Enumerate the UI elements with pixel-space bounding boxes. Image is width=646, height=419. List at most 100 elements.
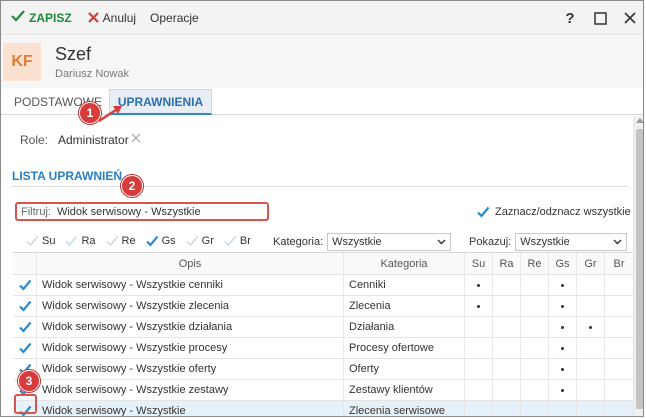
cell-flag-su[interactable] bbox=[465, 317, 493, 337]
cell-flag-gs[interactable] bbox=[549, 401, 577, 416]
cell-flag-ra[interactable] bbox=[493, 317, 521, 337]
help-button[interactable]: ? bbox=[555, 1, 585, 35]
table-row[interactable]: Widok serwisowy - Wszystkie działania Dzi… bbox=[13, 317, 633, 338]
cell-flag-gs[interactable] bbox=[549, 359, 577, 379]
cell-flag-br[interactable] bbox=[605, 380, 633, 400]
cell-flag-gr[interactable] bbox=[577, 317, 605, 337]
close-window-button[interactable] bbox=[615, 1, 643, 35]
cell-flag-gr[interactable] bbox=[577, 296, 605, 316]
column-header[interactable]: Su bbox=[465, 253, 493, 274]
cell-flag-su[interactable] bbox=[465, 359, 493, 379]
column-header[interactable]: Gr bbox=[577, 253, 605, 274]
cell-description: Widok serwisowy - Wszystkie bbox=[37, 401, 344, 416]
cell-flag-gr[interactable] bbox=[577, 380, 605, 400]
cell-flag-su[interactable] bbox=[465, 338, 493, 358]
flag-toggle-gr[interactable]: Gr bbox=[185, 234, 214, 248]
cell-flag-gs[interactable] bbox=[549, 275, 577, 295]
cell-flag-gr[interactable] bbox=[577, 338, 605, 358]
flag-label: Br bbox=[239, 235, 251, 247]
cell-category: Procesy ofertowe bbox=[344, 338, 465, 358]
annotation-arrow bbox=[98, 106, 122, 123]
filter-input[interactable] bbox=[56, 205, 237, 218]
column-header[interactable]: Ra bbox=[493, 253, 521, 274]
row-checkbox[interactable] bbox=[13, 317, 37, 337]
show-filter-label: Pokazuj: bbox=[469, 236, 512, 248]
cell-flag-ra[interactable] bbox=[493, 296, 521, 316]
cell-flag-re[interactable] bbox=[521, 275, 549, 295]
table-row[interactable]: Widok serwisowy - Wszystkie zestawy Zesta… bbox=[13, 380, 633, 401]
row-checkbox[interactable] bbox=[13, 275, 37, 295]
cell-flag-gs[interactable] bbox=[549, 317, 577, 337]
cell-flag-br[interactable] bbox=[605, 296, 633, 316]
cell-flag-br[interactable] bbox=[605, 401, 633, 416]
cell-flag-ra[interactable] bbox=[493, 401, 521, 416]
row-checkbox[interactable] bbox=[13, 296, 37, 316]
flag-dot-icon bbox=[477, 283, 480, 287]
scroll-up-icon[interactable] bbox=[636, 118, 643, 123]
cell-flag-gs[interactable] bbox=[549, 380, 577, 400]
cell-flag-gs[interactable] bbox=[549, 296, 577, 316]
cell-flag-re[interactable] bbox=[521, 338, 549, 358]
cell-flag-re[interactable] bbox=[521, 380, 549, 400]
checkbox-checked-icon bbox=[18, 341, 32, 355]
cell-category: Działania bbox=[344, 317, 465, 337]
row-checkbox[interactable] bbox=[13, 338, 37, 358]
column-header[interactable]: Gs bbox=[549, 253, 577, 274]
cell-flag-su[interactable] bbox=[465, 401, 493, 416]
cell-flag-re[interactable] bbox=[521, 359, 549, 379]
table-row[interactable]: Widok serwisowy - Wszystkie zlecenia Zlec… bbox=[13, 296, 633, 317]
operations-menu[interactable]: Operacje bbox=[146, 1, 203, 35]
cell-description: Widok serwisowy - Wszystkie działania bbox=[37, 317, 344, 337]
flag-toggle-ra[interactable]: Ra bbox=[64, 234, 96, 248]
table-row[interactable]: Widok serwisowy - Wszystkie Zlecenia serw… bbox=[13, 401, 633, 416]
show-select[interactable]: Wszystkie bbox=[515, 233, 628, 251]
flag-label: Gs bbox=[161, 235, 176, 247]
category-select[interactable]: Wszystkie bbox=[327, 233, 452, 251]
close-window-icon bbox=[624, 12, 636, 24]
table-row[interactable]: Widok serwisowy - Wszystkie procesy Proce… bbox=[13, 338, 633, 359]
select-all-toggle[interactable]: Zaznacz/odznacz wszystkie bbox=[476, 205, 631, 219]
cell-flag-br[interactable] bbox=[605, 317, 633, 337]
cell-flag-ra[interactable] bbox=[493, 380, 521, 400]
cell-flag-re[interactable] bbox=[521, 296, 549, 316]
flag-toggle-gs[interactable]: Gs bbox=[145, 234, 176, 248]
cancel-button[interactable]: Anuluj bbox=[84, 1, 140, 35]
cell-flag-br[interactable] bbox=[605, 275, 633, 295]
column-header[interactable]: Br bbox=[605, 253, 633, 274]
cell-flag-gr[interactable] bbox=[577, 359, 605, 379]
cell-flag-ra[interactable] bbox=[493, 338, 521, 358]
flag-label: Su bbox=[42, 235, 56, 247]
flag-label: Ra bbox=[81, 235, 96, 247]
cell-flag-su[interactable] bbox=[465, 296, 493, 316]
checkbox-checked-icon bbox=[18, 320, 32, 334]
column-header[interactable]: Re bbox=[521, 253, 549, 274]
cell-flag-gs[interactable] bbox=[549, 338, 577, 358]
table-row[interactable]: Widok serwisowy - Wszystkie oferty Oferty bbox=[13, 359, 633, 380]
cell-flag-su[interactable] bbox=[465, 380, 493, 400]
cell-flag-br[interactable] bbox=[605, 359, 633, 379]
section-title: LISTA UPRAWNIEŃ bbox=[12, 169, 122, 183]
remove-role-icon[interactable] bbox=[131, 130, 141, 147]
maximize-button[interactable] bbox=[585, 1, 615, 35]
save-label: ZAPISZ bbox=[29, 10, 72, 25]
cell-flag-re[interactable] bbox=[521, 317, 549, 337]
flag-toggle-br[interactable]: Br bbox=[223, 234, 251, 248]
column-header[interactable]: Kategoria bbox=[344, 253, 465, 274]
cell-flag-re[interactable] bbox=[521, 401, 549, 416]
flag-toggle-re[interactable]: Re bbox=[105, 234, 136, 248]
cell-flag-ra[interactable] bbox=[493, 275, 521, 295]
cell-flag-gr[interactable] bbox=[577, 275, 605, 295]
flag-toggle-su[interactable]: Su bbox=[25, 234, 55, 248]
cell-flag-gr[interactable] bbox=[577, 401, 605, 416]
column-header[interactable]: Opis bbox=[37, 253, 344, 274]
cell-flag-su[interactable] bbox=[465, 275, 493, 295]
table-row[interactable]: Widok serwisowy - Wszystkie cenniki Cenni… bbox=[13, 275, 633, 296]
cell-flag-ra[interactable] bbox=[493, 359, 521, 379]
scroll-thumb[interactable] bbox=[636, 129, 643, 409]
vertical-scrollbar[interactable] bbox=[633, 116, 643, 416]
check-icon bbox=[11, 10, 25, 25]
save-button[interactable]: ZAPISZ bbox=[7, 1, 76, 35]
checkbox-unchecked-icon bbox=[185, 234, 199, 248]
cancel-label: Anuluj bbox=[102, 10, 137, 25]
cell-flag-br[interactable] bbox=[605, 338, 633, 358]
